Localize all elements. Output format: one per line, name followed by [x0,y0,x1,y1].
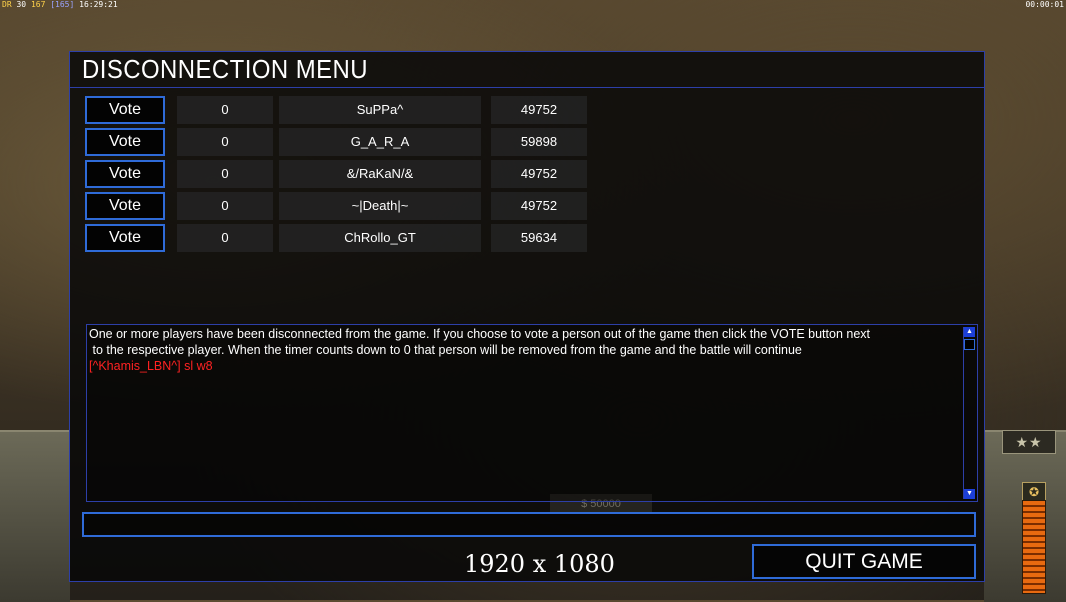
vote-count: 0 [177,192,273,220]
vote-button[interactable]: Vote [85,192,165,220]
game-timer: 00:00:01 [1025,0,1064,9]
player-ping: 49752 [491,160,587,188]
player-row: Vote 0 ChRollo_GT 59634 [85,224,595,252]
power-gauge [1022,500,1046,594]
dialog-title: DISCONNECTION MENU [82,54,369,84]
title-divider [70,87,984,88]
player-name: SuPPa^ [279,96,481,124]
player-ping: 49752 [491,96,587,124]
player-row: Vote 0 ~|Death|~ 49752 [85,192,595,220]
vote-count: 0 [177,224,273,252]
vote-count: 0 [177,160,273,188]
fps-value: 30 [16,0,27,9]
message-text: One or more players have been disconnect… [89,326,963,374]
vote-count: 0 [177,96,273,124]
player-ping: 49752 [491,192,587,220]
player-name: &/RaKaN/& [279,160,481,188]
vote-button[interactable]: Vote [85,160,165,188]
system-message-line: One or more players have been disconnect… [89,327,871,341]
disconnection-dialog: DISCONNECTION MENU Vote 0 SuPPa^ 49752 V… [69,51,985,582]
message-scrollbar[interactable]: ▲ ▼ [963,327,975,499]
fps-readout: DR 30 167 [165] 16:29:21 [2,0,118,9]
vote-count: 0 [177,128,273,156]
scroll-thumb[interactable] [964,339,975,350]
fps-label: DR [2,0,12,9]
resolution-label: 1920 x 1080 [464,550,615,578]
player-row: Vote 0 G_A_R_A 59898 [85,128,595,156]
player-row: Vote 0 SuPPa^ 49752 [85,96,595,124]
system-message-line: to the respective player. When the timer… [89,343,802,357]
player-name: ~|Death|~ [279,192,481,220]
scroll-up-arrow-icon[interactable]: ▲ [964,327,975,337]
general-star-icon: ✪ [1022,482,1046,502]
chat-input[interactable] [82,512,976,537]
rank-stars: ★★ [1002,430,1056,454]
frame-value: 167 [30,0,46,9]
vote-button[interactable]: Vote [85,96,165,124]
hud-left-panel [0,430,70,602]
scroll-down-arrow-icon[interactable]: ▼ [964,489,975,499]
player-ping: 59634 [491,224,587,252]
player-ping: 59898 [491,128,587,156]
clock-value: 16:29:21 [79,0,118,9]
quit-game-button[interactable]: QUIT GAME [752,544,976,579]
player-name: ChRollo_GT [279,224,481,252]
message-log[interactable]: One or more players have been disconnect… [86,324,978,502]
frame-bracket-value: [165] [50,0,75,9]
vote-button[interactable]: Vote [85,128,165,156]
vote-button[interactable]: Vote [85,224,165,252]
player-row: Vote 0 &/RaKaN/& 49752 [85,160,595,188]
chat-message-line: [^Khamis_LBN^] sl w8 [89,359,213,373]
player-name: G_A_R_A [279,128,481,156]
